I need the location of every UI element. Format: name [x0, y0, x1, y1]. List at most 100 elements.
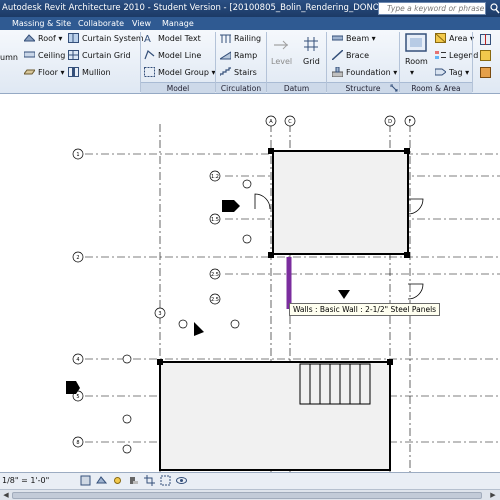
curtain-system-label: Curtain System — [82, 34, 144, 43]
foundation-label: Foundation — [346, 68, 391, 77]
panel-label-datum: Datum — [267, 82, 326, 93]
area-button[interactable]: Area ▾ — [434, 32, 474, 44]
ceiling-label: Ceiling — [38, 51, 66, 60]
room-separator-icon[interactable] — [480, 34, 491, 45]
tab-massing-site[interactable]: Massing & Site — [8, 18, 75, 30]
beam-label: Beam — [346, 34, 370, 43]
curtain-grid-label: Curtain Grid — [82, 51, 131, 60]
brace-label: Brace — [346, 51, 369, 60]
ceiling-button[interactable]: Ceiling — [23, 50, 66, 60]
svg-text:5: 5 — [76, 394, 79, 400]
room-dropdown-arrow[interactable]: ▾ — [410, 68, 414, 77]
tag-icon — [434, 67, 447, 77]
level-icon — [274, 38, 288, 52]
scrollbar-thumb[interactable] — [12, 492, 482, 499]
lower-room[interactable] — [159, 361, 391, 471]
window-title: Autodesk Revit Architecture 2010 - Stude… — [2, 3, 380, 13]
column-button[interactable]: umn — [0, 53, 18, 62]
view-scale[interactable]: 1/8" = 1'-0" — [2, 476, 49, 485]
tab-collaborate[interactable]: Collaborate — [74, 18, 128, 30]
curtain-system-icon — [68, 33, 79, 43]
svg-text:2.5: 2.5 — [211, 272, 219, 278]
ribbon-tab-bar: Massing & Site Collaborate View Manage — [0, 17, 500, 30]
mullion-icon — [68, 67, 79, 77]
crop-region-icon[interactable] — [160, 475, 171, 486]
area-plan-icon[interactable] — [480, 67, 491, 78]
shadows-icon[interactable] — [128, 475, 139, 486]
mullion-label: Mullion — [82, 68, 111, 77]
visual-style-icon[interactable] — [96, 475, 108, 486]
svg-text:1.2: 1.2 — [211, 174, 219, 180]
curtain-system-button[interactable]: Curtain System — [68, 33, 144, 43]
svg-text:1.5: 1.5 — [211, 217, 219, 223]
grid-button[interactable]: Grid — [303, 57, 320, 66]
area-label: Area — [449, 34, 468, 43]
stairs-icon — [219, 67, 231, 77]
roof-button[interactable]: Roof ▾ — [22, 33, 62, 43]
svg-text:2.5: 2.5 — [211, 297, 219, 303]
panel-label-room-area: Room & Area — [400, 82, 472, 93]
stairs-label: Stairs — [234, 68, 257, 77]
title-bar: Autodesk Revit Architecture 2010 - Stude… — [0, 0, 500, 17]
horizontal-scrollbar[interactable]: ◀ ▶ — [0, 489, 500, 500]
tag-label: Tag — [449, 68, 463, 77]
foundation-button[interactable]: Foundation ▾ — [331, 66, 397, 78]
svg-text:A: A — [269, 119, 273, 125]
model-group-button[interactable]: Model Group ▾ — [144, 67, 215, 77]
floor-label: Floor — [38, 68, 58, 77]
svg-text:8: 8 — [76, 440, 79, 446]
model-text-button[interactable]: A Model Text — [144, 33, 201, 45]
room-button[interactable]: Room — [405, 57, 428, 66]
model-text-icon: A — [144, 33, 155, 45]
floor-icon — [23, 67, 36, 77]
svg-text:3: 3 — [158, 311, 161, 317]
model-text-label: Model Text — [158, 34, 201, 43]
svg-text:A: A — [144, 34, 151, 43]
drawing-canvas[interactable]: ACDF 1 1.2 1.5 2 2.5 2.5 3458 Walls: Ba… — [0, 94, 500, 472]
brace-button[interactable]: Brace — [331, 49, 369, 61]
level-button[interactable]: Level — [271, 57, 292, 66]
ramp-icon — [218, 50, 232, 60]
railing-button[interactable]: Railing — [220, 33, 261, 43]
ramp-label: Ramp — [234, 51, 258, 60]
model-group-label: Model Group — [158, 68, 209, 77]
tag-button[interactable]: Tag ▾ — [434, 67, 469, 77]
scroll-right-icon[interactable]: ▶ — [488, 491, 498, 500]
ribbon: umn Roof ▾ Ceiling Floor ▾ Curtain Syste… — [0, 30, 500, 94]
crop-view-icon[interactable] — [144, 475, 155, 486]
curtain-grid-icon — [68, 50, 79, 60]
ribbon-dialog-launcher-icon[interactable] — [390, 84, 398, 92]
ramp-button[interactable]: Ramp — [218, 50, 258, 60]
area-icon — [434, 32, 447, 44]
beam-button[interactable]: Beam ▾ — [331, 33, 376, 43]
search-input[interactable]: Type a keyword or phrase — [378, 2, 486, 15]
floor-plan: A C D F 1 1.2 1.5 2 2.5 2.5 3 4 5 8 — [66, 115, 500, 472]
panel-divider — [472, 32, 473, 92]
ceiling-icon — [23, 50, 36, 60]
tab-view[interactable]: View — [128, 18, 155, 30]
floor-button[interactable]: Floor ▾ — [23, 67, 64, 77]
curtain-grid-button[interactable]: Curtain Grid — [68, 50, 131, 60]
scroll-left-icon[interactable]: ◀ — [1, 491, 11, 500]
model-line-button[interactable]: Model Line — [144, 49, 202, 60]
beam-icon — [331, 33, 344, 43]
temporary-hide-icon[interactable] — [176, 475, 187, 486]
tab-manage[interactable]: Manage — [158, 18, 198, 30]
room-icon — [405, 33, 427, 53]
model-line-label: Model Line — [158, 51, 202, 60]
search-icon[interactable] — [489, 2, 500, 15]
area-boundary-icon[interactable] — [480, 50, 491, 61]
svg-text:D: D — [388, 119, 392, 125]
upper-room[interactable] — [272, 150, 409, 255]
brace-icon — [331, 49, 344, 61]
grid-icon — [303, 36, 319, 52]
roof-label: Roof — [38, 34, 56, 43]
svg-text:1: 1 — [76, 152, 79, 158]
foundation-icon — [331, 66, 344, 78]
model-line-icon — [144, 49, 155, 60]
mullion-button[interactable]: Mullion — [68, 67, 111, 77]
detail-level-icon[interactable] — [80, 475, 91, 486]
svg-text:F: F — [409, 119, 412, 125]
stairs-button[interactable]: Stairs — [219, 67, 257, 77]
sun-path-icon[interactable] — [112, 475, 123, 486]
